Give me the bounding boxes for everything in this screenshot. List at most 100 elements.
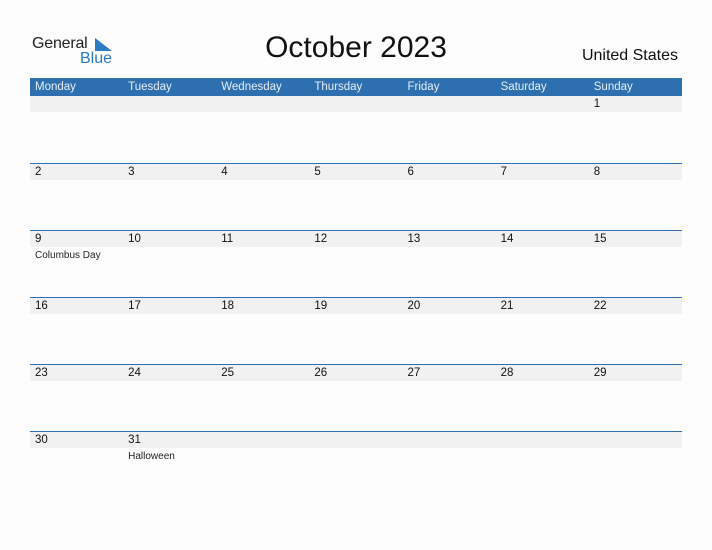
day-cell bbox=[496, 432, 589, 462]
day-cell: 31 Halloween bbox=[123, 432, 216, 462]
day-cell: 15 bbox=[589, 231, 682, 261]
day-number: 26 bbox=[314, 367, 328, 379]
day-cell bbox=[589, 432, 682, 462]
day-cell: 17 bbox=[123, 298, 216, 314]
day-number: 4 bbox=[221, 166, 228, 178]
day-cell: 14 bbox=[496, 231, 589, 261]
day-cell: 25 bbox=[216, 365, 309, 381]
day-number: 6 bbox=[407, 166, 414, 178]
day-cell bbox=[216, 432, 309, 462]
day-cell bbox=[123, 96, 216, 112]
day-number: 2 bbox=[35, 166, 42, 178]
day-number: 21 bbox=[500, 300, 514, 312]
day-number bbox=[221, 96, 309, 112]
day-cell bbox=[309, 432, 402, 462]
day-number: 8 bbox=[593, 166, 601, 178]
weekday-tuesday: Tuesday bbox=[128, 81, 172, 93]
calendar-grid: Monday Tuesday Wednesday Thursday Friday… bbox=[30, 78, 682, 498]
weekday-sunday: Sunday bbox=[593, 81, 633, 93]
day-cell: 26 bbox=[309, 365, 402, 381]
day-cell: 11 bbox=[216, 231, 309, 261]
day-cell: 1 bbox=[589, 96, 682, 112]
day-cell: 5 bbox=[309, 164, 402, 180]
day-number bbox=[314, 96, 402, 112]
day-number: 22 bbox=[593, 300, 607, 312]
weekday-wednesday: Wednesday bbox=[221, 81, 282, 93]
week-row: 9 Columbus Day 10 11 12 13 14 15 bbox=[30, 230, 682, 297]
day-number: 16 bbox=[35, 300, 48, 312]
holiday-label: Columbus Day bbox=[35, 250, 101, 261]
day-cell: 24 bbox=[123, 365, 216, 381]
day-number: 17 bbox=[128, 300, 141, 312]
day-cell: 9 Columbus Day bbox=[30, 231, 123, 261]
day-number: 13 bbox=[407, 233, 421, 245]
day-cell bbox=[403, 432, 496, 462]
week-row: 30 31 Halloween bbox=[30, 431, 682, 498]
day-number: 15 bbox=[593, 233, 607, 245]
weeks-container: 1 2 3 4 5 6 7 8 9 Columbus Day 10 11 12 13 14 15 16 17 18 1… bbox=[30, 96, 682, 498]
day-number: 7 bbox=[500, 166, 508, 178]
day-number: 19 bbox=[314, 300, 328, 312]
day-cell: 23 bbox=[30, 365, 123, 381]
day-cell: 22 bbox=[589, 298, 682, 314]
day-number bbox=[408, 96, 496, 112]
weekday-thursday: Thursday bbox=[314, 81, 363, 93]
week-row: 23 24 25 26 27 28 29 bbox=[30, 364, 682, 431]
day-number: 23 bbox=[35, 367, 48, 379]
day-cell: 29 bbox=[589, 365, 682, 381]
day-number: 3 bbox=[128, 166, 135, 178]
day-cell: 12 bbox=[309, 231, 402, 261]
day-number: 30 bbox=[35, 434, 48, 446]
week-row: 2 3 4 5 6 7 8 bbox=[30, 163, 682, 230]
day-cell: 27 bbox=[403, 365, 496, 381]
day-number: 25 bbox=[221, 367, 235, 379]
day-number: 1 bbox=[593, 98, 601, 110]
day-cell: 20 bbox=[403, 298, 496, 314]
day-number: 14 bbox=[500, 233, 514, 245]
day-cell bbox=[30, 96, 123, 112]
day-cell bbox=[309, 96, 402, 112]
day-number bbox=[221, 432, 309, 448]
day-number bbox=[128, 96, 216, 112]
day-cell: 16 bbox=[30, 298, 123, 314]
day-cell: 10 bbox=[123, 231, 216, 261]
day-number bbox=[408, 432, 496, 448]
day-cell: 13 bbox=[403, 231, 496, 261]
day-number: 31 bbox=[128, 434, 141, 446]
holiday-label: Halloween bbox=[128, 451, 175, 462]
day-number: 28 bbox=[500, 367, 514, 379]
day-number bbox=[35, 96, 123, 112]
day-cell: 8 bbox=[589, 164, 682, 180]
day-cell bbox=[496, 96, 589, 112]
weekday-header: Monday Tuesday Wednesday Thursday Friday… bbox=[30, 78, 682, 96]
country-label: United States bbox=[581, 47, 678, 64]
day-number: 12 bbox=[314, 233, 328, 245]
day-cell: 4 bbox=[216, 164, 309, 180]
day-cell: 28 bbox=[496, 365, 589, 381]
day-cell: 30 bbox=[30, 432, 123, 462]
day-number bbox=[594, 432, 682, 448]
day-number: 11 bbox=[221, 233, 234, 245]
day-cell: 2 bbox=[30, 164, 123, 180]
weekday-saturday: Saturday bbox=[500, 81, 547, 93]
day-cell: 6 bbox=[403, 164, 496, 180]
day-cell: 7 bbox=[496, 164, 589, 180]
day-cell: 3 bbox=[123, 164, 216, 180]
day-cell bbox=[216, 96, 309, 112]
day-cell: 21 bbox=[496, 298, 589, 314]
day-number: 29 bbox=[593, 367, 607, 379]
week-row: 1 bbox=[30, 96, 682, 163]
day-number bbox=[501, 96, 589, 112]
day-number: 10 bbox=[128, 233, 141, 245]
day-number bbox=[314, 432, 402, 448]
day-number: 18 bbox=[221, 300, 235, 312]
week-row: 16 17 18 19 20 21 22 bbox=[30, 297, 682, 364]
day-number: 9 bbox=[35, 233, 42, 245]
day-number: 27 bbox=[407, 367, 421, 379]
day-cell: 18 bbox=[216, 298, 309, 314]
weekday-friday: Friday bbox=[407, 81, 440, 93]
weekday-monday: Monday bbox=[35, 81, 76, 93]
day-number: 5 bbox=[314, 166, 321, 178]
day-cell: 19 bbox=[309, 298, 402, 314]
day-number: 24 bbox=[128, 367, 141, 379]
